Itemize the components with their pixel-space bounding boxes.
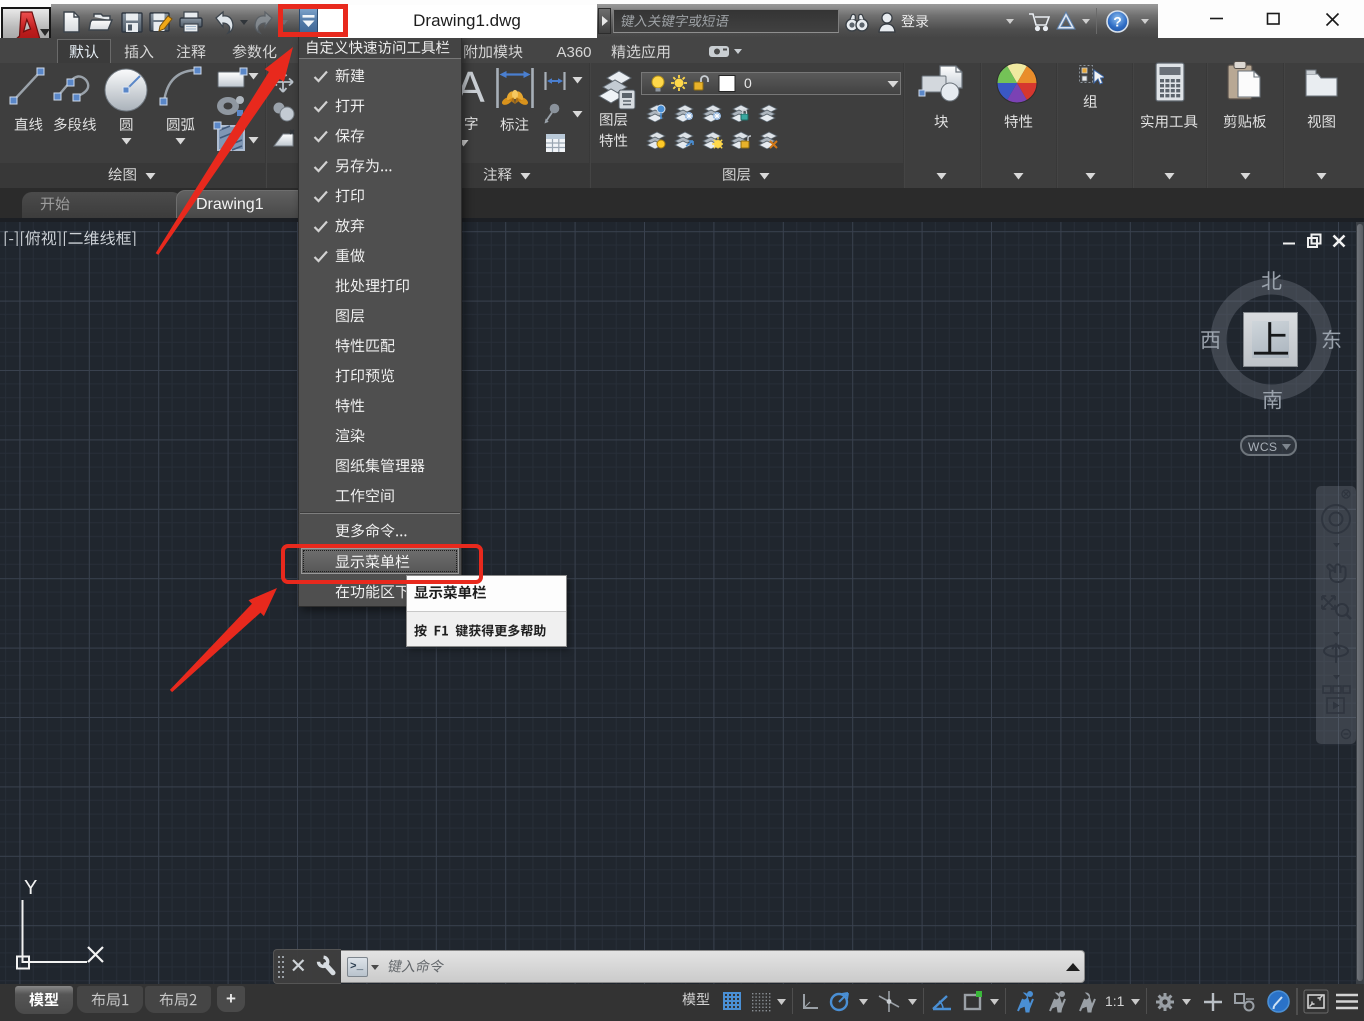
svg-text:?: ?	[1113, 14, 1122, 30]
